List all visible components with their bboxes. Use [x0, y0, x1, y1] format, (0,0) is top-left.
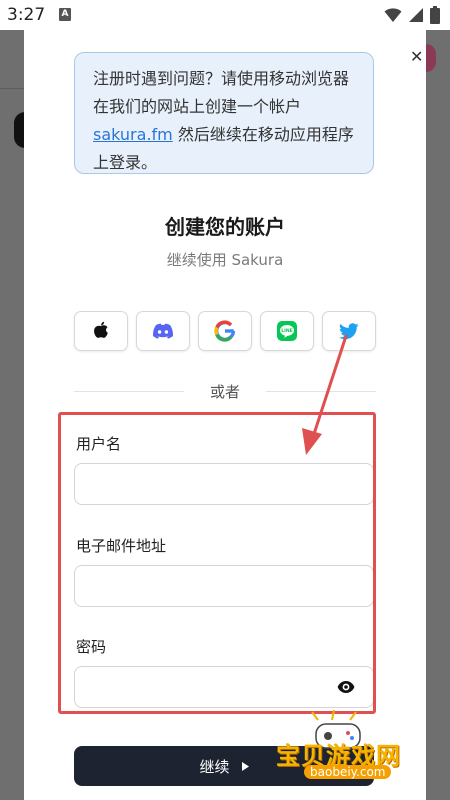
notice-link[interactable]: sakura.fm [93, 125, 173, 144]
notification-icon: A [59, 8, 71, 21]
page-subtitle: 继续使用 Sakura [166, 251, 284, 269]
line-icon: LINE [277, 321, 297, 341]
divider-line-right [266, 391, 376, 392]
annotation-highlight-box [58, 412, 376, 714]
twitter-login-button[interactable] [322, 311, 376, 351]
discord-icon [152, 323, 174, 339]
status-time: 3:27 [7, 5, 46, 25]
play-arrow-icon [241, 761, 249, 771]
social-login-row: LINE [74, 311, 376, 351]
svg-text:LINE: LINE [281, 328, 293, 334]
battery-icon [430, 6, 440, 24]
discord-login-button[interactable] [136, 311, 190, 351]
backdrop-right-edge [426, 30, 450, 800]
signal-icon [409, 8, 423, 22]
line-login-button[interactable]: LINE [260, 311, 314, 351]
apple-icon [94, 321, 108, 338]
or-divider-text: 或者 [209, 383, 240, 401]
watermark-url: baobeiy.com [304, 765, 392, 779]
page-title: 创建您的账户 [165, 215, 285, 239]
notice-text-before: 注册时遇到问题？请使用移动浏览器在我们的网站上创建一个帐户 [93, 69, 350, 116]
wifi-icon [384, 8, 402, 22]
status-bar: 3:27 A [0, 0, 450, 30]
google-login-button[interactable] [198, 311, 252, 351]
backdrop-divider [0, 88, 24, 89]
twitter-icon [339, 322, 359, 339]
continue-label: 继续 [199, 757, 230, 776]
notice-box: 注册时遇到问题？请使用移动浏览器在我们的网站上创建一个帐户sakura.fm 然… [74, 52, 374, 174]
google-icon [214, 320, 236, 342]
close-icon[interactable]: ✕ [410, 49, 423, 65]
status-icons [384, 6, 440, 24]
apple-login-button[interactable] [74, 311, 128, 351]
